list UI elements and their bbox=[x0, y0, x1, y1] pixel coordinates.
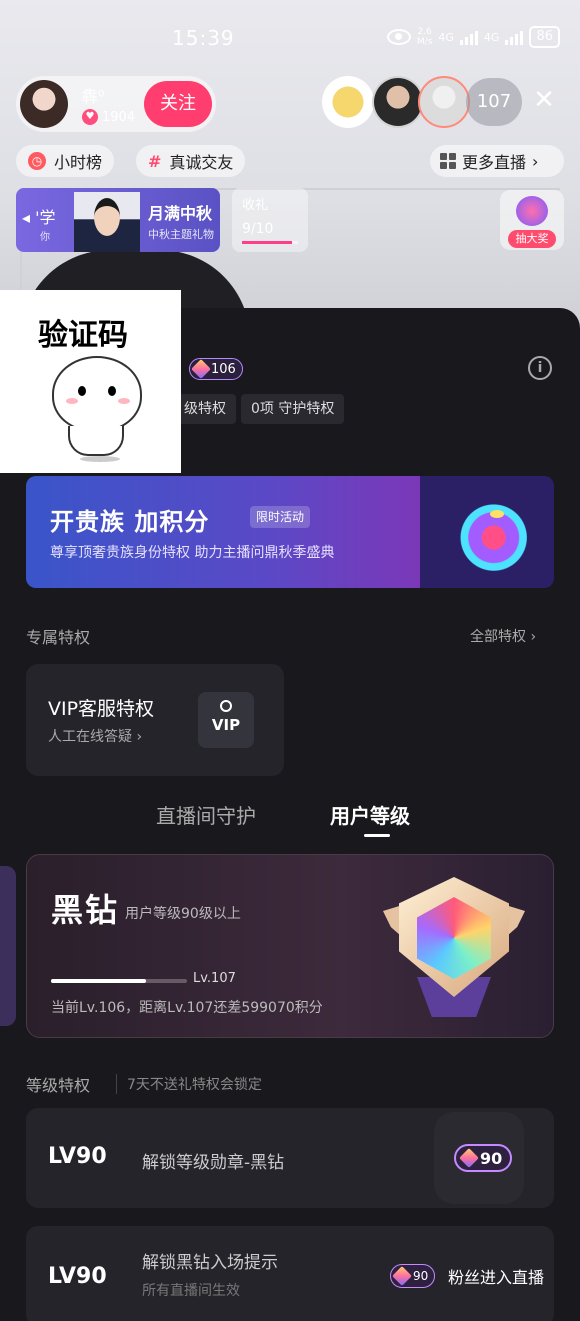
level-progress-bar bbox=[51, 979, 187, 983]
tab-guard[interactable]: 直播间守护 bbox=[156, 800, 256, 829]
level-description: 用户等级90级以上 bbox=[125, 906, 241, 922]
banner-left-label: '学 bbox=[35, 208, 56, 227]
vip-service-card[interactable]: VIP客服特权 人工在线答疑 › VIP bbox=[26, 664, 284, 776]
battery-indicator: 86 bbox=[529, 26, 560, 48]
tab-user-level[interactable]: 用户等级 bbox=[330, 800, 410, 829]
all-privileges-link[interactable]: 全部特权 › bbox=[470, 626, 536, 646]
privilege-subtitle: 所有直播间生效 bbox=[142, 1283, 240, 1299]
banner-left-sub: 你 bbox=[40, 232, 50, 243]
vip-icon-text: VIP bbox=[211, 716, 241, 734]
vip-icon: VIP bbox=[198, 692, 254, 748]
signal-bars-icon-2 bbox=[505, 29, 524, 45]
topic-label: 真诚交友 bbox=[169, 153, 234, 172]
next-level-label: Lv.107 bbox=[193, 971, 236, 986]
viewer-count[interactable]: 107 bbox=[466, 78, 522, 126]
viewer-avatar-2[interactable] bbox=[372, 76, 424, 128]
info-icon[interactable]: i bbox=[528, 356, 552, 380]
hourly-rank-chip[interactable]: ◷ 小时榜 bbox=[16, 145, 115, 177]
level-card: 黑钻 用户等级90级以上 Lv.107 当前Lv.106，距离Lv.107还差5… bbox=[26, 854, 554, 1038]
viewer-avatar-3[interactable] bbox=[418, 76, 470, 128]
level-current-info: 当前Lv.106，距离Lv.107还差599070积分 bbox=[51, 1000, 323, 1016]
follow-button[interactable]: 关注 bbox=[144, 81, 212, 127]
exclusive-privileges-title: 专属特权 bbox=[26, 628, 91, 647]
host-name: 犇⁰ bbox=[82, 87, 105, 106]
lottery-button[interactable]: 抽大奖 bbox=[500, 190, 564, 250]
net-speed: 2.6 M/s bbox=[417, 27, 433, 47]
close-icon[interactable]: ✕ bbox=[530, 86, 558, 114]
privilege-tag-1[interactable]: 级特权 bbox=[174, 394, 236, 424]
banner-left-text: ◂ '学 bbox=[22, 208, 56, 227]
dragon-illustration bbox=[420, 476, 554, 588]
status-icons: 2.6 M/s 4G 4G 86 bbox=[386, 26, 560, 48]
signal-bars-icon bbox=[459, 29, 478, 45]
gift-heart-icon bbox=[516, 196, 548, 226]
active-tab-indicator bbox=[364, 834, 390, 837]
promo-subtitle: 尊享顶奢贵族身份特权 助力主播问鼎秋季盛典 bbox=[50, 545, 335, 561]
banner-photo bbox=[74, 192, 140, 252]
lottery-label: 抽大奖 bbox=[508, 230, 556, 248]
banner-subtitle: 中秋主题礼物 bbox=[148, 228, 214, 241]
gem-icon bbox=[392, 1266, 412, 1286]
status-time: 15:39 bbox=[172, 26, 235, 50]
privilege-row[interactable]: LV90 解锁等级勋章-黑钻 90 bbox=[26, 1108, 554, 1208]
entry-preview-text: 粉丝进入直播 bbox=[448, 1268, 545, 1287]
eye-icon bbox=[386, 29, 411, 45]
privilege-row[interactable]: LV90 解锁黑钻入场提示 所有直播间生效 90 粉丝进入直播 bbox=[26, 1226, 554, 1321]
mascot-shadow bbox=[80, 456, 120, 462]
black-diamond-shield-icon bbox=[383, 877, 525, 1025]
host-info-pill[interactable]: 犇⁰ ♥ 1904 关注 bbox=[16, 76, 216, 132]
net-speed-value: 2.6 bbox=[417, 27, 432, 37]
entry-medal-value: 90 bbox=[413, 1269, 429, 1283]
gift-goal-label: 收礼 bbox=[242, 198, 269, 213]
promo-title: 开贵族 加积分 bbox=[50, 508, 210, 536]
privilege-title: 解锁等级勋章-黑钻 bbox=[142, 1153, 285, 1173]
more-live-button[interactable]: 更多直播 › bbox=[430, 145, 564, 177]
heart-icon: ♥ bbox=[82, 109, 98, 125]
signal-label-1: 4G bbox=[438, 30, 454, 44]
grid-icon bbox=[440, 153, 456, 169]
viewer-avatar-1[interactable] bbox=[322, 76, 374, 128]
gem-icon bbox=[459, 1148, 479, 1168]
signal-label-2: 4G bbox=[483, 30, 500, 44]
privilege-title: 解锁黑钻入场提示 bbox=[142, 1253, 278, 1273]
privilege-tag-2[interactable]: 0项 守护特权 bbox=[241, 394, 345, 424]
hashtag-icon: # bbox=[148, 151, 162, 171]
banner-title: 月满中秋 bbox=[148, 204, 213, 223]
host-likes-count: 1904 bbox=[102, 109, 136, 125]
previous-level-card-edge[interactable] bbox=[0, 866, 16, 1026]
promo-tag: 限时活动 bbox=[250, 506, 311, 528]
captcha-overlay[interactable]: 验证码 bbox=[0, 290, 181, 473]
topic-chip[interactable]: # 真诚交友 bbox=[136, 145, 246, 177]
clock-icon: ◷ bbox=[28, 152, 46, 170]
host-likes: ♥ 1904 bbox=[82, 109, 135, 125]
captcha-title: 验证码 bbox=[38, 318, 128, 353]
net-speed-unit: M/s bbox=[416, 37, 433, 47]
mascot-icon bbox=[52, 356, 142, 432]
privilege-level: LV90 bbox=[48, 1264, 107, 1289]
gift-goal-count: 9/10 bbox=[242, 221, 274, 237]
status-bar: 15:39 2.6 M/s 4G 4G 86 bbox=[0, 24, 580, 58]
host-avatar[interactable] bbox=[20, 80, 68, 128]
vip-service-title: VIP客服特权 bbox=[48, 698, 155, 720]
panel-tabs: 直播间守护 用户等级 bbox=[0, 800, 580, 840]
level-privileges-title: 等级特权 bbox=[26, 1076, 91, 1095]
fan-level-value: 106 bbox=[211, 361, 236, 377]
privilege-level: LV90 bbox=[48, 1144, 107, 1169]
mascot-body bbox=[68, 426, 124, 456]
more-live-label: 更多直播 bbox=[462, 153, 527, 172]
entry-medal-badge: 90 bbox=[390, 1264, 436, 1288]
event-banner[interactable]: ◂ '学 你 月满中秋 中秋主题礼物 bbox=[16, 188, 220, 252]
gift-goal-card[interactable]: 收礼 9/10 bbox=[232, 188, 308, 252]
vip-service-subtitle: 人工在线答疑 › bbox=[48, 729, 143, 745]
gem-icon bbox=[191, 359, 211, 379]
chevron-right-icon: › bbox=[532, 151, 539, 171]
noble-promo-banner[interactable]: 开贵族 加积分 限时活动 尊享顶奢贵族身份特权 助力主播问鼎秋季盛典 bbox=[26, 476, 554, 588]
fan-level-badge: 106 bbox=[189, 358, 243, 380]
gift-goal-progress bbox=[242, 241, 298, 244]
level-privileges-note: 7天不送礼特权会锁定 bbox=[116, 1074, 262, 1094]
level-name: 黑钻 bbox=[51, 891, 120, 929]
hourly-rank-label: 小时榜 bbox=[54, 153, 103, 172]
level-medal-value: 90 bbox=[480, 1148, 503, 1168]
level-medal-badge: 90 bbox=[454, 1144, 513, 1172]
